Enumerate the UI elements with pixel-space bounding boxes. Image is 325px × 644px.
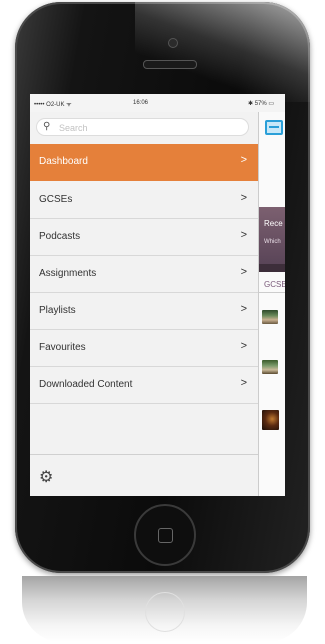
chevron-right-icon: > <box>240 229 247 241</box>
search-icon: ⚲ <box>43 121 51 132</box>
search-input[interactable] <box>57 120 241 136</box>
carrier-signal: ••••• O2-UK ᯤ <box>34 102 72 108</box>
phone-screen: ••••• O2-UK ᯤ 16:06 ✱ 57% ▭ ⚲ Dashboard … <box>30 94 285 496</box>
content-thumbnail[interactable] <box>262 360 278 374</box>
menu-item-label: Assignments <box>39 268 97 279</box>
chevron-right-icon: > <box>240 377 247 389</box>
menu-item-assignments[interactable]: Assignments > <box>30 256 258 293</box>
status-time: 16:06 <box>133 100 149 106</box>
reflection-home-button <box>145 592 185 632</box>
battery-status: ✱ 57% ▭ <box>248 101 275 107</box>
front-camera <box>168 38 178 48</box>
menu-item-dashboard[interactable]: Dashboard > <box>30 144 258 181</box>
chevron-right-icon: > <box>240 266 247 278</box>
menu-item-downloaded-content[interactable]: Downloaded Content > <box>30 367 258 404</box>
menu-divider <box>30 454 258 455</box>
content-thumbnail[interactable] <box>262 410 279 430</box>
menu-toggle-icon[interactable] <box>265 120 283 135</box>
earpiece-speaker <box>143 60 197 69</box>
banner-title: Rece <box>264 219 283 228</box>
content-thumbnail[interactable] <box>262 310 278 324</box>
menu-item-label: Playlists <box>39 305 76 316</box>
menu-item-label: Favourites <box>39 342 86 353</box>
recent-banner[interactable]: Rece Which <box>259 207 285 264</box>
section-label: GCSE <box>264 280 285 289</box>
status-bar: ••••• O2-UK ᯤ 16:06 ✱ 57% ▭ <box>30 94 285 112</box>
section-divider <box>259 292 285 293</box>
home-button-square-icon <box>158 528 173 543</box>
menu-item-gcses[interactable]: GCSEs > <box>30 182 258 219</box>
chevron-right-icon: > <box>240 192 247 204</box>
chevron-right-icon: > <box>240 340 247 352</box>
menu-item-label: Downloaded Content <box>39 379 133 390</box>
banner-subtitle: Which <box>264 239 281 245</box>
chevron-right-icon: > <box>240 154 247 166</box>
phone-gloss <box>135 2 310 102</box>
menu-item-playlists[interactable]: Playlists > <box>30 293 258 330</box>
gear-icon[interactable]: ⚙ <box>39 467 53 487</box>
menu-item-label: GCSEs <box>39 194 73 205</box>
search-box: ⚲ <box>36 118 249 136</box>
menu-item-label: Dashboard <box>39 156 88 167</box>
banner-footer-bar <box>259 264 285 272</box>
side-menu: ⚲ Dashboard > GCSEs > Podcasts > Assignm… <box>30 112 258 496</box>
dashboard-panel-peek: Rece Which GCSE <box>258 112 285 496</box>
menu-item-podcasts[interactable]: Podcasts > <box>30 219 258 256</box>
chevron-right-icon: > <box>240 303 247 315</box>
menu-item-label: Podcasts <box>39 231 81 242</box>
menu-item-favourites[interactable]: Favourites > <box>30 330 258 367</box>
